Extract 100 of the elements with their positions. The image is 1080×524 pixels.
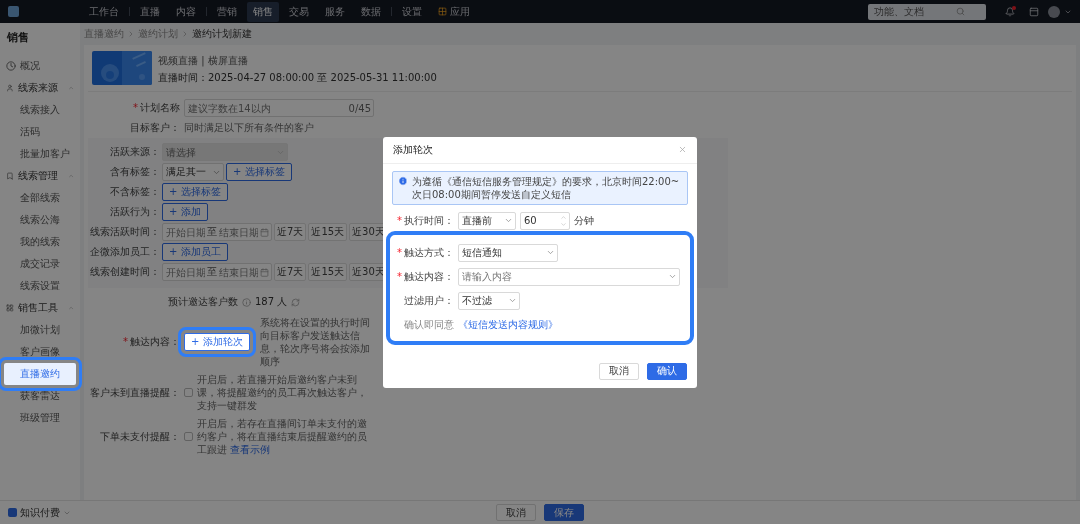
required-mark: * <box>397 270 402 282</box>
nav-tab[interactable]: 内容 <box>170 1 202 22</box>
required-mark: * <box>123 336 128 347</box>
sidebar-item[interactable]: 概况 <box>4 55 76 77</box>
preset-button[interactable]: 近7天 <box>274 263 307 281</box>
calendar-icon <box>260 227 269 237</box>
add-button[interactable]: + 添加员工 <box>162 243 228 261</box>
add-button[interactable]: + 添加 <box>162 203 208 221</box>
nav-tab[interactable]: 数据 <box>355 1 387 22</box>
minutes-input[interactable]: 60 <box>523 215 559 226</box>
sidebar-item[interactable]: 线索公海 <box>4 209 76 231</box>
user-icon <box>6 83 14 93</box>
nav-tab[interactable]: 销售 <box>247 1 279 22</box>
sidebar-item[interactable]: 全部线索 <box>4 187 76 209</box>
sidebar-group[interactable]: 线索管理 <box>0 165 80 187</box>
field-hint: 开启后，若存在直播间订单未支付的邀约客户，将在直播结束后提醒邀约的员工跟进 查看示例 <box>197 417 368 456</box>
required-mark: * <box>133 102 138 113</box>
grid-icon <box>6 303 14 313</box>
required-mark: * <box>397 246 402 258</box>
clock-icon <box>6 61 16 71</box>
field-label: 预计邀达客户数 <box>167 295 238 309</box>
timing-select[interactable]: 直播前 <box>458 211 516 230</box>
sidebar-item[interactable]: 班级管理 <box>4 407 76 429</box>
sidebar-item[interactable]: 加微计划 <box>4 319 76 341</box>
minutes-field[interactable]: 60 <box>520 211 570 230</box>
refresh-icon[interactable] <box>291 297 301 307</box>
select-tag-button[interactable]: + 选择标签 <box>226 163 292 181</box>
nav-tab[interactable]: 工作台 <box>83 1 125 22</box>
preset-button[interactable]: 近15天 <box>308 263 348 281</box>
checkbox[interactable] <box>184 388 193 397</box>
panel-icon[interactable] <box>1029 6 1039 17</box>
example-link[interactable]: 查看示例 <box>230 444 271 455</box>
cancel-button[interactable]: 取消 <box>496 504 536 521</box>
sidebar-item[interactable]: 线索接入 <box>4 99 76 121</box>
field-label: * 计划名称 <box>132 101 180 115</box>
unit-label: 分钟 <box>574 213 594 228</box>
product-icon <box>8 508 17 517</box>
add-button[interactable]: + 选择标签 <box>162 183 228 201</box>
field-label: 活跃来源： <box>109 145 160 159</box>
sidebar-item[interactable]: 获客雷达 <box>4 385 76 407</box>
option-select[interactable]: 短信通知 <box>458 243 558 262</box>
avatar[interactable] <box>1048 5 1060 18</box>
calendar-icon <box>260 267 269 277</box>
search-input[interactable]: 功能、文档 <box>872 5 952 18</box>
close-icon[interactable] <box>678 145 687 154</box>
bookmark-icon <box>6 171 14 181</box>
preset-button[interactable]: 近15天 <box>308 223 348 241</box>
select-input[interactable]: 不过滤 <box>461 295 507 306</box>
select-input[interactable]: 短信通知 <box>461 247 545 258</box>
bell-icon[interactable] <box>1005 6 1015 17</box>
nav-tab[interactable]: 交易 <box>283 1 315 22</box>
nav-tab[interactable]: 应用 <box>432 1 476 22</box>
sidebar-group[interactable]: 销售工具 <box>0 297 80 319</box>
chevron-right-icon <box>181 30 189 38</box>
save-button[interactable]: 保存 <box>544 504 584 521</box>
chevron-down-icon <box>668 272 677 281</box>
stepper-icon[interactable] <box>560 213 567 228</box>
range-separator: 至 <box>207 265 217 279</box>
plan-name-input[interactable]: 建议字数在14以内 <box>187 102 348 114</box>
info-icon <box>242 297 251 307</box>
field-label: 客户未到直播提醒： <box>89 385 180 400</box>
cancel-button[interactable]: 取消 <box>599 362 639 380</box>
sidebar-item[interactable]: 批量加客户 <box>4 143 76 165</box>
plan-name-field[interactable]: 建议字数在14以内 0/45 <box>184 99 374 117</box>
sidebar-item[interactable]: 客户画像 <box>4 341 76 363</box>
character-counter: 0/45 <box>348 102 371 114</box>
sidebar-item[interactable]: 线索设置 <box>4 275 76 297</box>
product-switcher[interactable]: 知识付费 <box>0 505 80 520</box>
select-input[interactable]: 请输入内容 <box>461 271 667 282</box>
field-label: 线索创建时间： <box>89 265 160 279</box>
content-select[interactable]: 请输入内容 <box>458 267 680 286</box>
required-mark: * <box>397 214 402 226</box>
nav-tab[interactable]: 设置 <box>396 1 428 22</box>
nav-tab[interactable]: 服务 <box>319 1 351 22</box>
breadcrumb-link[interactable]: 邀约计划新建 <box>192 27 252 41</box>
search-field[interactable]: 功能、文档 <box>868 3 986 20</box>
chevron-right-icon <box>127 30 135 38</box>
select-input[interactable]: 直播前 <box>461 215 503 226</box>
consent-text: 确认即同意 <box>403 317 454 332</box>
preset-button[interactable]: 近7天 <box>274 223 307 241</box>
sidebar-item[interactable]: 成交记录 <box>4 253 76 275</box>
nav-tab[interactable]: 直播 <box>134 1 166 22</box>
search-icon <box>956 7 965 16</box>
field-label: 活跃行为： <box>109 205 160 219</box>
sidebar-group[interactable]: 线索来源 <box>0 77 80 99</box>
rules-link[interactable]: 《短信发送内容规则》 <box>458 317 558 332</box>
sidebar-item[interactable]: 活码 <box>4 121 76 143</box>
live-type: 视频直播 | 横屏直播 <box>158 54 249 68</box>
option-select[interactable]: 不过滤 <box>458 291 520 310</box>
logo-icon <box>8 6 19 17</box>
chevron-down-icon <box>504 216 513 225</box>
field-label: 目标客户： <box>129 121 180 135</box>
live-time: 直播时间：2025-04-27 08:00:00 至 2025-05-31 11:00:00 <box>158 71 437 85</box>
field-label: 过滤用户： <box>403 293 454 308</box>
sidebar-item[interactable]: 我的线索 <box>4 231 76 253</box>
checkbox[interactable] <box>184 432 193 441</box>
apps-icon <box>438 7 447 16</box>
field-label: * 执行时间： <box>396 213 454 228</box>
nav-tab[interactable]: 营销 <box>211 1 243 22</box>
confirm-button[interactable]: 确认 <box>647 362 687 380</box>
